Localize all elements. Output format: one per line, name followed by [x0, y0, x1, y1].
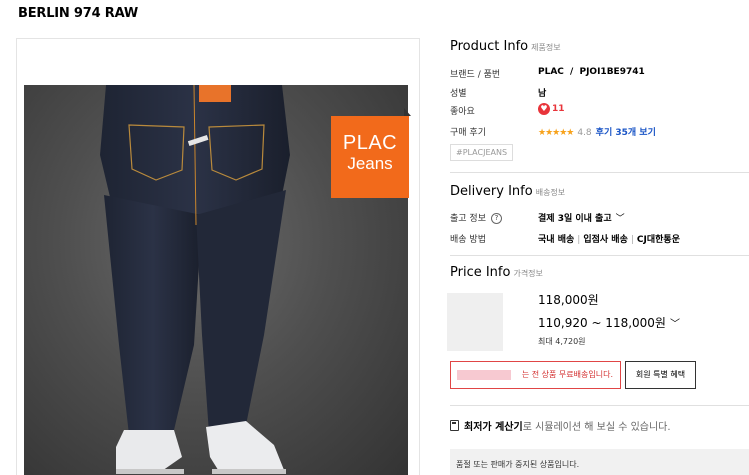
calculator-description: 로 시뮬레이션 해 보실 수 있습니다.: [522, 422, 671, 433]
method-vendor: 입점사 배송: [583, 235, 628, 245]
soldout-notice: 품절 또는 판매가 중지된 상품입니다.: [450, 449, 749, 475]
delivery-info-title-text: Delivery Info: [450, 184, 533, 199]
brand-badge-line2: Jeans: [347, 154, 393, 173]
method-domestic: 국내 배송: [538, 235, 575, 245]
product-code: PJOI1BE9741: [579, 67, 645, 77]
price-info-title-text: Price Info: [450, 265, 511, 280]
badge-fold: [404, 108, 411, 116]
max-discount: 최대 4,720원: [538, 337, 586, 346]
price-range-text: 110,920 ~ 118,000원: [538, 316, 666, 330]
brand-label: 브랜드 / 품번: [450, 70, 501, 80]
calculator-row[interactable]: 최저가 계산기로 시뮬레이션 해 보실 수 있습니다.: [450, 418, 671, 433]
free-shipping-text: 는 전 상품 무료배송입니다.: [521, 370, 613, 379]
method-label: 배송 방법: [450, 235, 486, 245]
price-info-title: Price Info 가격정보: [450, 265, 543, 280]
ship-label-text: 출고 정보: [450, 214, 486, 224]
ship-value-text: 결제 3일 이내 출고: [538, 214, 612, 224]
brand-badge: PLAC Jeans: [331, 116, 409, 198]
brand-badge-line1: PLAC: [342, 132, 398, 154]
delivery-info-title: Delivery Info 배송정보: [450, 184, 565, 199]
product-info-title-text: Product Info: [450, 39, 529, 54]
review-label: 구매 후기: [450, 128, 486, 138]
brand-value: PLAC / PJOI1BE9741: [538, 67, 645, 77]
product-info-title: Product Info 제품정보: [450, 39, 561, 54]
rating-score: 4.8: [577, 128, 592, 138]
divider: [450, 255, 749, 256]
like-count: 11: [552, 104, 565, 114]
rating-stars: ★★★★★: [538, 128, 574, 138]
product-info-subtitle: 제품정보: [531, 43, 561, 52]
price-placeholder: [447, 293, 503, 351]
redacted-text: [457, 370, 511, 380]
gender-value: 남: [538, 89, 547, 99]
ship-label: 출고 정보?: [450, 211, 502, 224]
method-value: 국내 배송 | 입점사 배송 | CJ대한통운: [538, 232, 680, 245]
divider: [450, 405, 749, 406]
review-link[interactable]: 후기 35개 보기: [596, 128, 656, 138]
brand-name[interactable]: PLAC: [538, 67, 564, 77]
calculator-label: 최저가 계산기: [464, 422, 523, 433]
gender-label: 성별: [450, 89, 467, 99]
price-range[interactable]: 110,920 ~ 118,000원 ﹀: [538, 314, 680, 331]
ship-value[interactable]: 결제 3일 이내 출고 ﹀: [538, 211, 625, 224]
method-courier: CJ대한통운: [636, 235, 680, 245]
price: 118,000원: [538, 293, 599, 307]
price-info-subtitle: 가격정보: [513, 269, 543, 278]
chevron-down-icon: ﹀: [669, 319, 680, 330]
chevron-down-icon: ﹀: [615, 214, 625, 224]
info-circle-icon[interactable]: ?: [490, 213, 502, 224]
delivery-info-subtitle: 배송정보: [535, 188, 566, 197]
review-value: ★★★★★ 4.8 후기 35개 보기: [538, 125, 656, 138]
likes-label: 좋아요: [450, 107, 475, 117]
calculator-icon: [450, 420, 459, 431]
method-separator: |: [577, 235, 581, 245]
divider: [450, 172, 749, 173]
brand-separator: /: [570, 67, 574, 77]
product-image-frame: [16, 38, 420, 475]
free-shipping-button[interactable]: 는 전 상품 무료배송입니다.: [450, 361, 621, 389]
likes-value: ♥ 11: [538, 103, 565, 115]
member-benefit-button[interactable]: 회원 특별 혜택: [625, 361, 696, 389]
method-separator: |: [630, 235, 634, 245]
hashtag[interactable]: #PLACJEANS: [450, 144, 514, 161]
heart-icon[interactable]: ♥: [538, 103, 550, 115]
page-title: BERLIN 974 RAW: [18, 6, 139, 21]
